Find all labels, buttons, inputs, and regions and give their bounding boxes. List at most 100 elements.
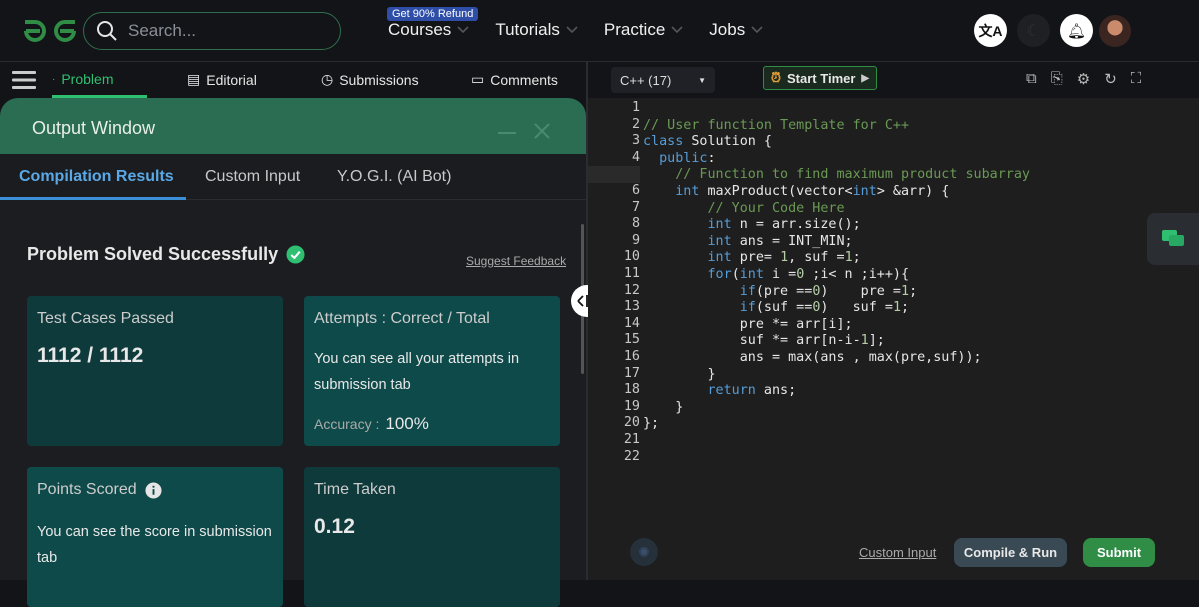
tab-custom-input[interactable]: Custom Input — [205, 168, 300, 186]
search-input[interactable]: Search... — [83, 12, 341, 50]
nav-courses[interactable]: Courses — [388, 20, 469, 40]
close-icon[interactable] — [533, 122, 551, 140]
line-number: 4 — [631, 149, 640, 165]
code-line[interactable]: }; — [643, 415, 659, 432]
code-line[interactable]: int maxProduct(vector<int> &arr) { — [643, 183, 949, 200]
attempts-card: Attempts : Correct / Total You can see a… — [304, 296, 560, 446]
line-number: 2 — [631, 116, 640, 132]
code-line[interactable]: public: — [643, 150, 715, 167]
info-icon[interactable] — [145, 481, 162, 499]
line-number: 22 — [623, 448, 640, 464]
play-icon: ▶ — [861, 72, 870, 84]
suggest-feedback-link[interactable]: Suggest Feedback — [466, 254, 566, 268]
export-icon[interactable]: ⎘ — [1051, 70, 1063, 88]
code-line[interactable]: ans = max(ans , max(pre,suf)); — [643, 349, 982, 366]
line-number: 3 — [631, 133, 640, 149]
code-line[interactable]: } — [643, 399, 683, 416]
code-line[interactable]: } — [643, 366, 715, 383]
nav-tutorials[interactable]: Tutorials — [495, 20, 578, 40]
code-line[interactable]: class Solution { — [643, 133, 772, 150]
code-line[interactable]: pre *= arr[i]; — [643, 316, 853, 333]
problem-tabs: · Problem ▤ Editorial ◷ Submissions ▭ Commen… — [0, 62, 588, 98]
code-line[interactable]: return ans; — [643, 382, 797, 399]
tab-compilation-results[interactable]: Compilation Results — [19, 168, 174, 186]
time-taken-value: 0.12 — [314, 515, 355, 538]
line-number: 17 — [623, 365, 640, 381]
line-number-gutter: 12345678910111213141516171819202122 — [588, 98, 640, 528]
settings-gear-icon[interactable]: ⚙ — [1077, 70, 1090, 88]
line-number: 9 — [631, 232, 640, 248]
line-number: 8 — [631, 216, 640, 232]
code-line[interactable]: suf *= arr[n-i-1]; — [643, 332, 885, 349]
code-line[interactable]: for(int i =0 ;i< n ;i++){ — [643, 266, 910, 283]
editor-toolbar: C++ (17) ▼ ⏰︎ Start Timer ▶ ⧉ ⎘ ⚙ ↻ ⛶ — [588, 62, 1199, 98]
chevron-down-icon — [457, 26, 469, 34]
gfg-logo[interactable] — [22, 16, 78, 46]
search-icon — [97, 21, 117, 41]
ai-assist-icon[interactable]: ✺ — [630, 538, 658, 566]
document-icon: ▤ — [187, 71, 201, 87]
code-line[interactable]: // User function Template for C++ — [643, 117, 909, 134]
code-line[interactable]: int ans = INT_MIN; — [643, 233, 853, 250]
line-number: 6 — [631, 183, 640, 198]
translate-icon[interactable]: 文A — [974, 14, 1007, 47]
status-heading: Problem Solved Successfully — [27, 244, 305, 265]
code-area[interactable]: // User function Template for C++ class S… — [640, 98, 1199, 528]
language-select[interactable]: C++ (17) ▼ — [611, 67, 715, 93]
line-number: 14 — [623, 315, 640, 331]
chat-bubble-button[interactable] — [1147, 213, 1199, 265]
custom-input-link[interactable]: Custom Input — [859, 545, 936, 560]
check-circle-icon — [286, 245, 305, 264]
minimize-icon[interactable] — [498, 132, 516, 134]
compilation-results: Problem Solved Successfully Suggest Feed… — [0, 200, 586, 607]
submit-button[interactable]: Submit — [1083, 538, 1155, 567]
code-line[interactable]: // Function to find maximum product suba… — [643, 166, 1030, 183]
caret-down-icon: ▼ — [698, 75, 706, 85]
test-cases-card: Test Cases Passed 1112 / 1112 — [27, 296, 283, 446]
code-line[interactable]: if(pre ==0) pre =1; — [643, 283, 917, 300]
code-line[interactable]: int pre= 1, suf =1; — [643, 249, 861, 266]
time-taken-card: Time Taken 0.12 — [304, 467, 560, 607]
dark-mode-icon[interactable]: ☾ — [1017, 14, 1050, 47]
start-timer-button[interactable]: ⏰︎ Start Timer ▶ — [763, 66, 877, 90]
top-navbar: Search... Get 90% Refund Courses Tutoria… — [0, 0, 1199, 62]
active-line-gutter — [588, 166, 640, 183]
nav-practice[interactable]: Practice — [604, 20, 683, 40]
refund-badge[interactable]: Get 90% Refund — [387, 7, 479, 21]
nav-jobs[interactable]: Jobs — [709, 20, 763, 40]
line-number: 11 — [623, 266, 640, 281]
editor-footer: ✺ Custom Input Compile & Run Submit — [588, 528, 1199, 580]
compile-run-button[interactable]: Compile & Run — [954, 538, 1067, 567]
tab-comments[interactable]: ▭ Comments — [471, 71, 558, 88]
code-line[interactable]: int n = arr.size(); — [643, 216, 861, 233]
code-editor[interactable]: 12345678910111213141516171819202122 // U… — [588, 98, 1199, 528]
reset-icon[interactable]: ↻ — [1104, 70, 1117, 88]
accuracy-value: 100% — [385, 414, 429, 433]
line-number: 18 — [623, 382, 640, 398]
tab-problem[interactable]: · Problem — [52, 71, 113, 87]
copy-icon[interactable]: ⧉ — [1026, 70, 1037, 88]
tab-editorial[interactable]: ▤ Editorial — [187, 71, 257, 88]
line-number: 13 — [623, 299, 640, 315]
avatar[interactable] — [1099, 15, 1131, 47]
tab-yogi-ai-bot[interactable]: Y.O.G.I. (AI Bot) — [337, 168, 451, 186]
chat-icon — [1162, 230, 1184, 246]
code-line[interactable]: // Your Code Here — [643, 200, 844, 217]
notification-bell-icon[interactable]: 🔔︎ — [1060, 14, 1093, 47]
code-line[interactable]: if(suf ==0) suf =1; — [643, 299, 909, 316]
line-number: 19 — [623, 398, 640, 414]
menu-icon[interactable] — [12, 70, 36, 90]
alarm-icon: ⏰︎ — [770, 70, 782, 85]
points-card: Points Scored You can see the score in s… — [27, 467, 283, 607]
tab-submissions[interactable]: ◷ Submissions — [321, 71, 419, 88]
line-number: 20 — [623, 415, 640, 431]
line-number: 12 — [623, 282, 640, 298]
line-number: 10 — [623, 249, 640, 265]
chevron-down-icon — [751, 26, 763, 34]
fullscreen-icon[interactable]: ⛶ — [1131, 70, 1142, 88]
line-number: 21 — [623, 432, 640, 447]
line-number: 16 — [623, 349, 640, 364]
output-window: Output Window Compilation Results Custom… — [0, 98, 586, 607]
clock-icon: ◷ — [321, 71, 334, 87]
output-window-title: Output Window — [32, 118, 156, 138]
